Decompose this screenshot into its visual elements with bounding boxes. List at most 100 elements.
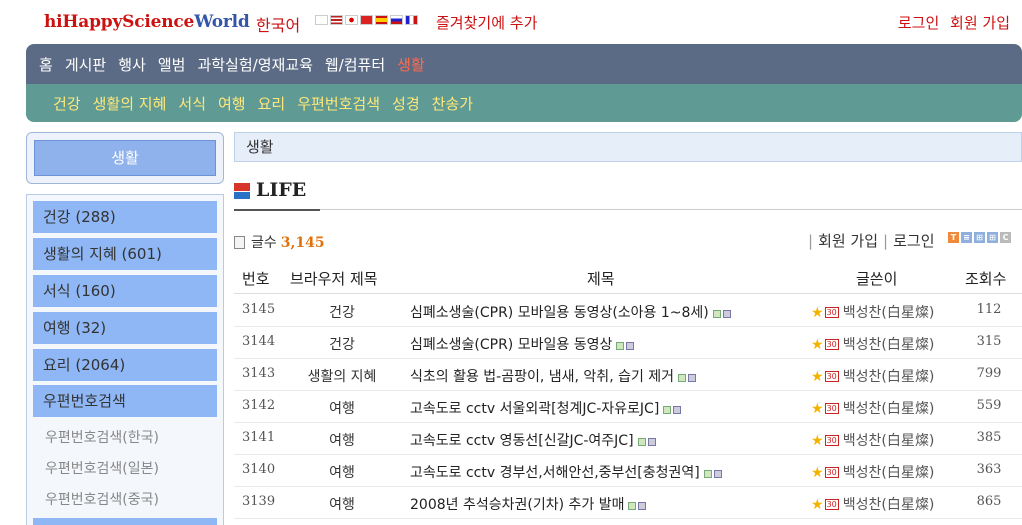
table-row[interactable]: 3142 여행 고속도로 cctv 서울외곽[청계JC-자유로JC] ★ 30 백성찬(白… [234,391,1022,423]
row-author-name[interactable]: 백성찬(白星燦) [843,465,935,481]
flag-spain-icon[interactable] [375,15,388,25]
row-title-cell: 고속도로 cctv 영동선[신갈JC-여주JC] [410,430,656,450]
row-title-link[interactable]: 심폐소생술(CPR) 모바일용 동영상 [410,337,612,353]
subnav-item-wisdom[interactable]: 생활의 지혜 [93,93,167,114]
member-level-badge: 30 [824,435,839,446]
table-row[interactable]: 3141 여행 고속도로 cctv 영동선[신갈JC-여주JC] ★ 30 백성찬(白星燦… [234,423,1022,455]
row-author-name[interactable]: 백성찬(白星燦) [843,305,935,321]
sidebar-subitem-zipcode-china[interactable]: 우편번호검색(중국) [45,489,159,509]
table-header: 번호 브라우저 제목 제목 글쓴이 조회수 [234,262,1022,294]
row-title-link[interactable]: 고속도로 cctv 경부선,서해안선,중부선[충청권역] [410,465,700,481]
subnav-item-health[interactable]: 건강 [53,93,81,114]
nav-item-album[interactable]: 앨범 [158,54,186,75]
attachment-icon [712,310,721,318]
nav-item-home[interactable]: 홈 [39,54,53,75]
row-category[interactable]: 생활의 지혜 [280,366,404,386]
flag-usa-icon[interactable] [330,15,343,25]
row-title-link[interactable]: 심폐소생술(CPR) 모바일용 동영상(소아용 1~8세) [410,305,709,321]
row-category[interactable]: 여행 [280,494,404,514]
sidebar-item-zipcode[interactable]: 우편번호검색 [33,385,217,417]
gallery-view-icon[interactable]: ⊞ [987,232,998,243]
login-link[interactable]: 로그인 [898,14,939,32]
sidebar-item-wisdom[interactable]: 생활의 지혜 (601) [33,238,217,270]
table-row[interactable]: 3145 건강 심폐소생술(CPR) 모바일용 동영상(소아용 1~8세) ★ 30 백성… [234,295,1022,327]
nav-item-board[interactable]: 게시판 [65,54,106,75]
post-count-label: 글수 [251,235,277,251]
subnav-item-travel[interactable]: 여행 [218,93,246,114]
flag-korea-icon[interactable] [315,15,328,25]
row-category[interactable]: 여행 [280,462,404,482]
attachment-icon [663,406,672,414]
file-icon [722,310,731,318]
row-views: 865 [976,494,1002,509]
subnav-item-zipcode[interactable]: 우편번호검색 [297,93,380,114]
row-title-cell: 식초의 활용 법-곰팡이, 냄새, 악취, 습기 제거 [410,366,697,386]
calendar-view-icon[interactable]: C [1000,232,1011,243]
table-row[interactable]: 3143 생활의 지혜 식초의 활용 법-곰팡이, 냄새, 악취, 습기 제거 ★ 30… [234,359,1022,391]
nav-item-web-computer[interactable]: 웹/컴퓨터 [325,54,385,75]
sidebar-item-cooking[interactable]: 요리 (2064) [33,349,217,381]
add-favorites-link[interactable]: 즐겨찾기에 추가 [436,12,537,33]
sidebar-item-health[interactable]: 건강 (288) [33,201,217,233]
language-label[interactable]: 한국어 [256,12,300,36]
row-title-cell: 심폐소생술(CPR) 모바일용 동영상(소아용 1~8세) [410,302,731,322]
row-title-cell: 고속도로 cctv 서울외곽[청계JC-자유로JC] [410,398,682,418]
site-logo[interactable]: hiHappyScienceWorld [44,12,250,32]
member-level-badge: 30 [824,371,839,382]
row-author-name[interactable]: 백성찬(白星燦) [843,337,935,353]
row-title-link[interactable]: 2008년 추석승차권(기차) 추가 발매 [410,497,624,513]
row-author-name[interactable]: 백성찬(白星燦) [843,497,935,513]
sidebar-title[interactable]: 생활 [34,140,216,176]
sidebar-next-item[interactable] [33,518,217,525]
row-category[interactable]: 여행 [280,398,404,418]
sidebar-item-forms[interactable]: 서식 (160) [33,275,217,307]
flag-japan-icon[interactable] [345,15,358,25]
column-header-author[interactable]: 글쓴이 [856,268,897,289]
row-category[interactable]: 여행 [280,430,404,450]
row-category[interactable]: 건강 [280,334,404,354]
file-icon [647,438,656,446]
member-join-link[interactable]: 회원 가입 [818,232,878,250]
nav-item-science[interactable]: 과학실험/영재교육 [197,54,312,75]
row-author-name[interactable]: 백성찬(白星燦) [843,433,935,449]
member-level-badge: 30 [824,499,839,510]
subnav-item-forms[interactable]: 서식 [178,93,206,114]
sidebar: 건강 (288) 생활의 지혜 (601) 서식 (160) 여행 (32) 요… [26,194,224,525]
subnav-item-bible[interactable]: 성경 [392,93,420,114]
column-header-title[interactable]: 제목 [587,268,615,289]
column-header-num[interactable]: 번호 [242,268,270,289]
table-row[interactable]: 3144 건강 심폐소생술(CPR) 모바일용 동영상 ★ 30 백성찬(白星燦) 315 [234,327,1022,359]
attachment-icon [637,438,646,446]
member-level-star-icon: ★ [811,305,824,321]
list-view-icon[interactable]: ≡ [961,232,972,243]
breadcrumb: 생활 [234,132,1022,162]
table-row[interactable]: 3139 여행 2008년 추석승차권(기차) 추가 발매 ★ 30 백성찬(白星燦) 86… [234,487,1022,519]
row-number: 3140 [242,462,276,477]
nav-item-life[interactable]: 생활 [397,54,425,75]
flag-france-icon[interactable] [405,15,418,25]
row-author-name[interactable]: 백성찬(白星燦) [843,401,935,417]
join-link[interactable]: 회원 가입 [950,14,1010,32]
row-title-cell: 2008년 추석승차권(기차) 추가 발매 [410,494,647,514]
flag-china-icon[interactable] [360,15,373,25]
row-title-link[interactable]: 식초의 활용 법-곰팡이, 냄새, 악취, 습기 제거 [410,369,674,385]
column-header-category[interactable]: 브라우저 제목 [290,268,378,289]
grid-view-icon[interactable]: ⊞ [974,232,985,243]
member-login-link[interactable]: 로그인 [893,232,934,250]
view-mode-buttons: T ≡ ⊞ ⊞ C [948,232,1011,243]
text-view-icon[interactable]: T [948,232,959,243]
row-title-link[interactable]: 고속도로 cctv 서울외곽[청계JC-자유로JC] [410,401,659,417]
row-views: 385 [976,430,1002,445]
row-category[interactable]: 건강 [280,302,404,322]
column-header-views[interactable]: 조회수 [965,268,1006,289]
table-row[interactable]: 3140 여행 고속도로 cctv 경부선,서해안선,중부선[충청권역] ★ 30 백성찬… [234,455,1022,487]
sidebar-subitem-zipcode-korea[interactable]: 우편번호검색(한국) [45,427,159,447]
row-title-link[interactable]: 고속도로 cctv 영동선[신갈JC-여주JC] [410,433,634,449]
nav-item-events[interactable]: 행사 [118,54,146,75]
flag-russia-icon[interactable] [390,15,403,25]
sidebar-subitem-zipcode-japan[interactable]: 우편번호검색(일본) [45,458,159,478]
sidebar-item-travel[interactable]: 여행 (32) [33,312,217,344]
subnav-item-hymns[interactable]: 찬송가 [432,93,473,114]
row-author-name[interactable]: 백성찬(白星燦) [843,369,935,385]
subnav-item-cooking[interactable]: 요리 [258,93,286,114]
